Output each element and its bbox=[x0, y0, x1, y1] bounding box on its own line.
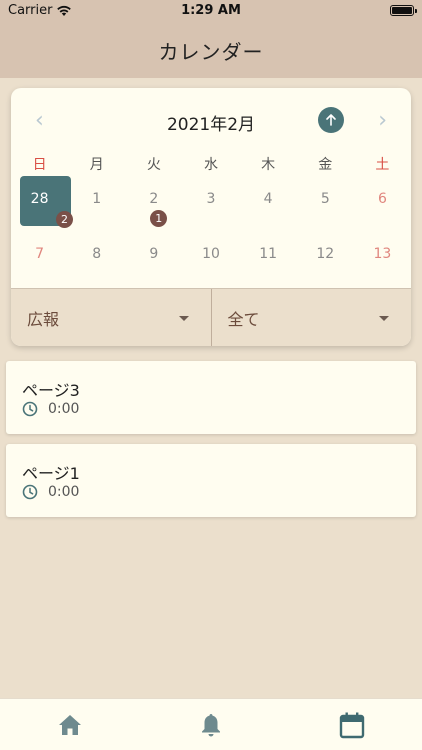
chevron-right-icon[interactable]: › bbox=[378, 108, 387, 133]
status-bar: Carrier 1:29 AM bbox=[0, 0, 422, 22]
day-number: 6 bbox=[377, 191, 387, 207]
calendar-day[interactable]: 3 bbox=[182, 176, 239, 228]
category-dropdown[interactable]: 広報 bbox=[11, 289, 211, 346]
tab-notifications[interactable] bbox=[141, 699, 282, 750]
event-title: ページ1 bbox=[22, 464, 80, 483]
scope-dropdown-value: 全て bbox=[227, 309, 260, 329]
day-number: 5 bbox=[320, 191, 330, 207]
event-time: 0:00 bbox=[22, 484, 79, 500]
calendar-day[interactable]: 2 1 bbox=[125, 176, 182, 228]
weekday-fri: 金 bbox=[318, 157, 333, 173]
battery-icon bbox=[390, 5, 417, 16]
scope-dropdown[interactable]: 全て bbox=[210, 289, 412, 346]
calendar-day[interactable]: 6 bbox=[354, 176, 411, 228]
day-number: 7 bbox=[35, 246, 45, 262]
page-title: カレンダー bbox=[158, 39, 264, 64]
status-time: 1:29 AM bbox=[181, 3, 241, 18]
weekday-wed: 水 bbox=[203, 157, 218, 173]
tab-bar bbox=[0, 698, 422, 750]
day-number: 1 bbox=[92, 191, 102, 207]
day-number: 4 bbox=[263, 191, 273, 207]
calendar-card: ‹ 2021年2月 › 日 月 火 水 木 金 土 28 2 1 2 1 3 4… bbox=[11, 88, 411, 346]
event-time: 0:00 bbox=[22, 401, 79, 417]
tab-calendar[interactable] bbox=[281, 699, 422, 750]
calendar-day[interactable]: 9 bbox=[125, 231, 182, 283]
clock-icon bbox=[22, 484, 38, 500]
caret-down-icon bbox=[379, 316, 389, 321]
weekday-tue: 火 bbox=[146, 157, 161, 173]
day-number: 8 bbox=[92, 246, 102, 262]
day-number: 11 bbox=[259, 246, 278, 262]
caret-down-icon bbox=[178, 316, 189, 321]
calendar-day[interactable]: 5 bbox=[297, 176, 354, 228]
calendar-icon bbox=[339, 712, 364, 738]
day-number: 28 bbox=[30, 191, 49, 207]
event-list-item[interactable]: ページ3 0:00 bbox=[6, 361, 416, 434]
home-icon bbox=[59, 714, 82, 735]
tab-home[interactable] bbox=[0, 699, 141, 750]
calendar-day[interactable]: 12 bbox=[297, 231, 354, 283]
clock-icon bbox=[22, 401, 38, 417]
event-count-badge: 1 bbox=[150, 210, 168, 227]
weekday-sun: 日 bbox=[32, 157, 47, 173]
calendar-day[interactable]: 7 bbox=[11, 231, 68, 283]
day-number: 10 bbox=[202, 246, 220, 262]
calendar-day[interactable]: 4 bbox=[240, 176, 297, 228]
calendar-day[interactable]: 11 bbox=[240, 231, 297, 283]
today-button[interactable] bbox=[318, 107, 344, 133]
weekday-header: 日 月 火 水 木 金 土 bbox=[11, 154, 411, 176]
bell-icon bbox=[202, 713, 220, 736]
event-time-label: 0:00 bbox=[48, 484, 80, 500]
category-dropdown-value: 広報 bbox=[27, 309, 60, 329]
event-title: ページ3 bbox=[22, 381, 80, 400]
day-number: 9 bbox=[149, 246, 159, 262]
day-number: 13 bbox=[373, 246, 392, 262]
event-time-label: 0:00 bbox=[48, 401, 80, 417]
arrow-up-icon bbox=[326, 114, 336, 126]
filter-bar: 広報 全て bbox=[11, 288, 411, 346]
week-row: 28 2 1 2 1 3 4 5 6 bbox=[11, 176, 411, 228]
week-row: 7 8 9 10 11 12 13 bbox=[11, 231, 411, 283]
day-number: 3 bbox=[206, 191, 216, 207]
calendar-day[interactable]: 1 bbox=[68, 176, 125, 228]
day-number: 12 bbox=[316, 246, 335, 262]
weekday-mon: 月 bbox=[89, 157, 104, 173]
weekday-thu: 木 bbox=[261, 157, 276, 173]
weekday-sat: 土 bbox=[375, 157, 390, 173]
calendar-header: ‹ 2021年2月 › bbox=[11, 88, 411, 152]
navigation-bar: カレンダー bbox=[0, 22, 422, 78]
event-list-item[interactable]: ページ1 0:00 bbox=[6, 444, 416, 517]
calendar-day[interactable]: 10 bbox=[182, 231, 239, 283]
calendar-day[interactable]: 8 bbox=[68, 231, 125, 283]
calendar-day-selected[interactable]: 28 2 bbox=[11, 176, 73, 228]
day-number: 2 bbox=[149, 191, 159, 207]
month-label: 2021年2月 bbox=[166, 115, 256, 135]
calendar-day[interactable]: 13 bbox=[354, 231, 411, 283]
